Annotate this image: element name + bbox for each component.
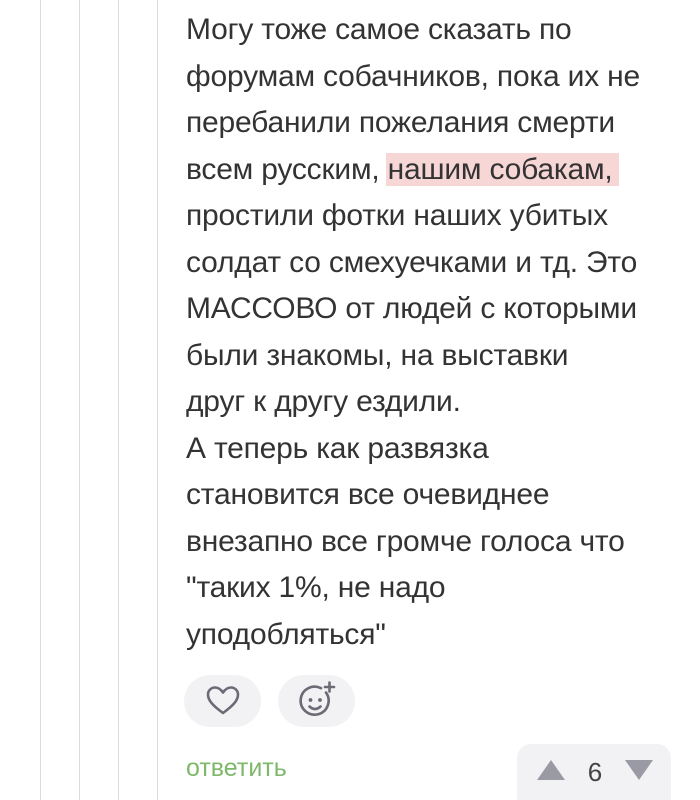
- comment-line: всем русским, нашим собакам,: [186, 147, 686, 194]
- add-emoji-icon: [298, 681, 335, 716]
- comment-line: были знакомы, на выставки: [186, 338, 569, 372]
- highlighted-text: нашим собакам,: [385, 152, 619, 186]
- thread-indent-line: [40, 0, 41, 800]
- add-reaction-button[interactable]: [278, 675, 355, 727]
- comment-body: Могу тоже самое сказать по форумам собач…: [186, 7, 686, 658]
- comment-line: "таких 1%, не надо: [186, 571, 446, 604]
- comment-text-fragment: всем русским,: [186, 152, 388, 186]
- like-button[interactable]: [184, 675, 261, 727]
- comment-line: МАССОВО от людей с которыми: [186, 292, 637, 325]
- thread-indent-line: [118, 0, 119, 800]
- comment-line: уподобляться": [186, 617, 386, 651]
- downvote-button[interactable]: [623, 758, 655, 787]
- comment-line: внезапно все громче голоса что: [186, 524, 625, 558]
- reply-link[interactable]: ответить: [186, 754, 287, 783]
- comment-line: перебанили пожелания смерти: [186, 106, 615, 139]
- rating-widget: 6: [517, 744, 671, 800]
- comment-line: солдат со смехуечками и тд. Это: [186, 245, 638, 279]
- thread-indent-line: [157, 0, 158, 800]
- comment-line: форумам собачников, пока их не: [186, 59, 640, 93]
- comment-line: друг к другу ездили.: [186, 385, 461, 418]
- comment-line: Могу тоже самое сказать по: [186, 13, 572, 46]
- comment-line: простили фотки наших убитых: [186, 199, 608, 232]
- thread-indent-line: [79, 0, 80, 800]
- triangle-down-icon: [625, 759, 653, 780]
- heart-icon: [206, 686, 239, 715]
- upvote-button[interactable]: [535, 758, 567, 787]
- triangle-up-icon: [537, 759, 565, 780]
- comment-line: А теперь как развязка: [186, 431, 489, 465]
- comment-line: становится все очевиднее: [186, 478, 550, 511]
- rating-count: 6: [587, 756, 603, 787]
